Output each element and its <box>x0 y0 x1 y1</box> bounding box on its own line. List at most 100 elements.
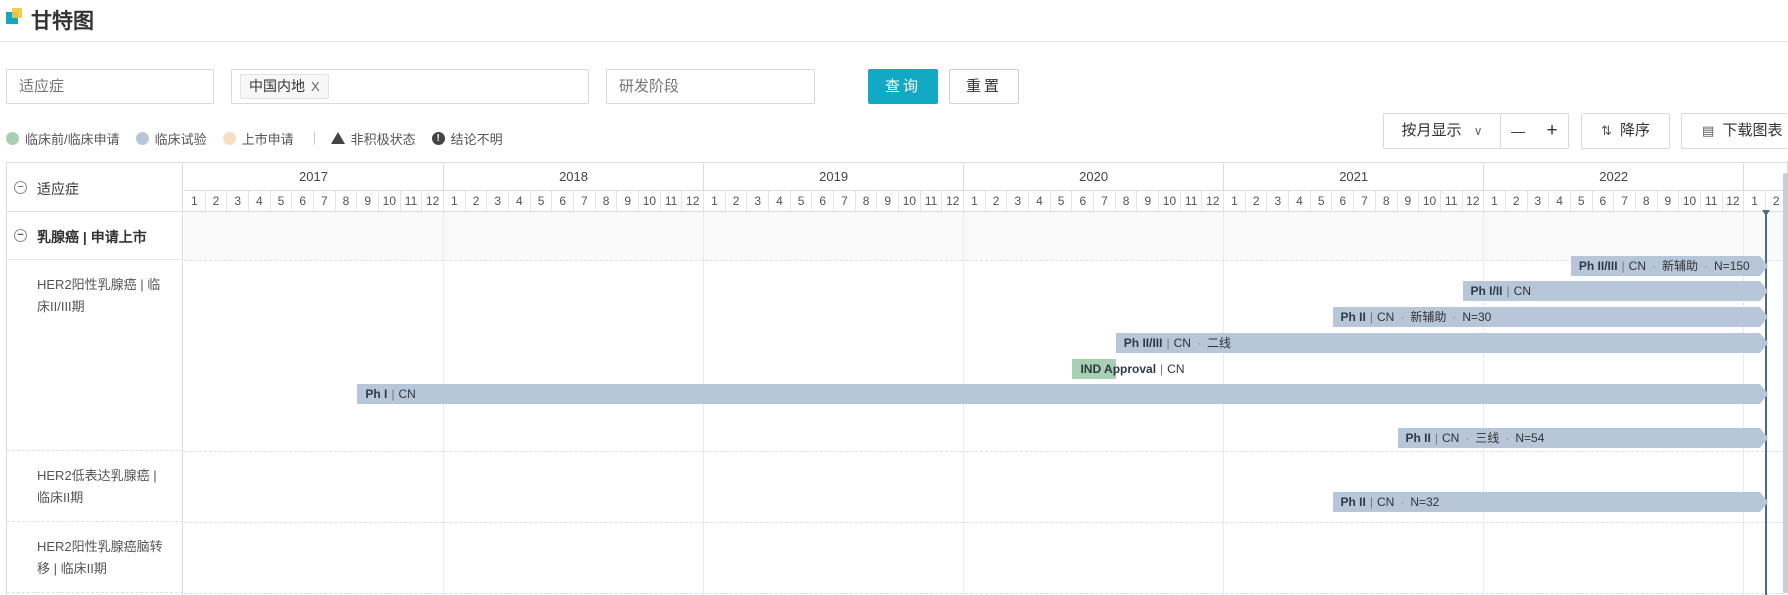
gantt-bar-label: Ph II | CN · 三线 · N=54 <box>1405 431 1545 445</box>
month-header: 5 <box>1050 191 1073 212</box>
month-header: 10 <box>899 191 921 212</box>
month-header: 11 <box>920 191 943 212</box>
indication-row: HER2低表达乳腺癌 | 临床II期 <box>7 451 183 522</box>
month-header: 4 <box>1549 191 1571 212</box>
region-tag: 中国内地 X <box>240 74 329 99</box>
month-header: 4 <box>509 191 531 212</box>
month-header: 3 <box>1007 191 1030 212</box>
collapse-group-icon[interactable]: − <box>14 229 27 242</box>
collapse-all-icon[interactable]: − <box>14 181 27 194</box>
bar-region: CN <box>398 387 416 401</box>
month-header: 12 <box>422 191 445 212</box>
month-header: 7 <box>1094 191 1116 212</box>
view-controls: 按月显示 ∨ — + <box>1383 113 1569 149</box>
month-header: 3 <box>1267 191 1290 212</box>
month-header: 8 <box>595 191 618 212</box>
legend-dot <box>6 131 19 145</box>
month-header: 3 <box>227 191 249 212</box>
legend-item-filing: 上市申请 <box>222 129 294 148</box>
bar-phase: IND Approval <box>1080 362 1157 376</box>
query-button[interactable]: 查询 <box>868 69 938 104</box>
month-header: 8 <box>1635 191 1658 212</box>
month-header: 3 <box>487 191 510 212</box>
row-divider <box>184 260 1788 261</box>
legend-dot <box>135 131 149 145</box>
view-mode-select[interactable]: 按月显示 ∨ <box>1384 114 1500 148</box>
zoom-in-button[interactable]: + <box>1535 114 1569 148</box>
month-header: 6 <box>1072 191 1095 212</box>
gantt-bar-label: IND Approval | CN <box>1080 362 1185 376</box>
bar-tag: 三线 <box>1475 431 1500 445</box>
month-header: 12 <box>1462 191 1485 212</box>
sort-button[interactable]: ⇅ 降序 <box>1581 113 1670 149</box>
download-button[interactable]: ▤ 下载图表 <box>1681 113 1788 149</box>
indication-input[interactable] <box>6 69 214 104</box>
gantt-bar-label: Ph II/III | CN · 二线 <box>1123 336 1231 350</box>
month-header: 7 <box>834 191 856 212</box>
reset-button[interactable]: 重置 <box>949 69 1019 104</box>
vertical-scrollbar[interactable] <box>1783 173 1788 593</box>
month-header: 4 <box>249 191 271 212</box>
timeline-area: 2017 1 2 3 4 5 6 7 8 9 10 11 12 2018 1 2 3 4 5 6 7 8 9 10 11 12 20… <box>184 163 1788 595</box>
month-header: 6 <box>1332 191 1355 212</box>
month-header: 12 <box>1722 191 1745 212</box>
month-header: 9 <box>1397 191 1420 212</box>
month-header: 7 <box>314 191 336 212</box>
month-header: 5 <box>1570 191 1593 212</box>
year-header: 2020 <box>964 163 1225 191</box>
legend-label: 结论不明 <box>450 131 503 147</box>
indication-row: HER2阳性乳腺癌 | 临床II/III期 <box>7 260 183 451</box>
legend-item-inactive: 非积极状态 <box>330 129 416 148</box>
stage-input[interactable] <box>606 69 815 104</box>
row-divider <box>184 593 1788 594</box>
month-header: 6 <box>1592 191 1615 212</box>
month-header: 2 <box>465 191 488 212</box>
indication-column-header: − 适应症 <box>7 163 183 212</box>
bar-arrow-icon <box>1759 281 1768 301</box>
month-header: 5 <box>790 191 813 212</box>
month-header: 4 <box>769 191 791 212</box>
tag-close-icon[interactable]: X <box>311 79 320 94</box>
year-header: 2022 <box>1484 163 1745 191</box>
month-header: 1 <box>1484 191 1506 212</box>
column-header-label: 适应症 <box>37 181 79 197</box>
zoom-out-button[interactable]: — <box>1501 114 1535 148</box>
gantt-bar-fill <box>357 384 1760 404</box>
year-header: 2021 <box>1224 163 1485 191</box>
gantt-chart: − 适应症 − 乳腺癌 | 申请上市 HER2阳性乳腺癌 | 临床II/III期… <box>6 162 1788 595</box>
month-header: 1 <box>704 191 726 212</box>
bar-arrow-icon <box>1759 307 1768 327</box>
gantt-bar-label: Ph II | CN · 新辅助 · N=30 <box>1340 310 1492 324</box>
month-header: 1 <box>444 191 466 212</box>
month-header: 3 <box>1527 191 1550 212</box>
bar-arrow-icon <box>1759 428 1768 448</box>
bar-phase: Ph II/III <box>1123 336 1163 350</box>
month-header: 5 <box>1310 191 1333 212</box>
month-header: 9 <box>617 191 640 212</box>
gantt-bar-label: Ph I/II | CN <box>1470 284 1531 298</box>
group-label: 乳腺癌 | 申请上市 <box>37 229 147 245</box>
month-header: 11 <box>1180 191 1203 212</box>
year-header: 2018 <box>444 163 705 191</box>
bar-tag: N=150 <box>1714 259 1750 273</box>
month-header: 11 <box>400 191 423 212</box>
bar-region: CN <box>1628 259 1647 273</box>
region-tag-label: 中国内地 <box>249 78 305 94</box>
month-header: 9 <box>1657 191 1680 212</box>
view-mode-label: 按月显示 <box>1401 122 1462 139</box>
month-header: 6 <box>812 191 835 212</box>
month-header: 3 <box>747 191 770 212</box>
month-header: 10 <box>1419 191 1441 212</box>
bar-region: CN <box>1173 336 1191 350</box>
gantt-bar-label: Ph II/III | CN · 新辅助 · N=150 <box>1578 259 1750 273</box>
gantt-bar-label: Ph II | CN · N=32 <box>1340 495 1440 509</box>
legend-label: 临床前/临床申请 <box>25 131 120 147</box>
bar-tag: 新辅助 <box>1662 259 1699 273</box>
month-header: 1 <box>1744 191 1766 212</box>
group-band <box>184 212 1788 260</box>
download-icon: ▤ <box>1702 123 1715 138</box>
bar-phase: Ph II <box>1340 495 1366 509</box>
month-header: 7 <box>1614 191 1636 212</box>
month-header: 8 <box>855 191 878 212</box>
group-row[interactable]: − 乳腺癌 | 申请上市 <box>7 212 183 260</box>
